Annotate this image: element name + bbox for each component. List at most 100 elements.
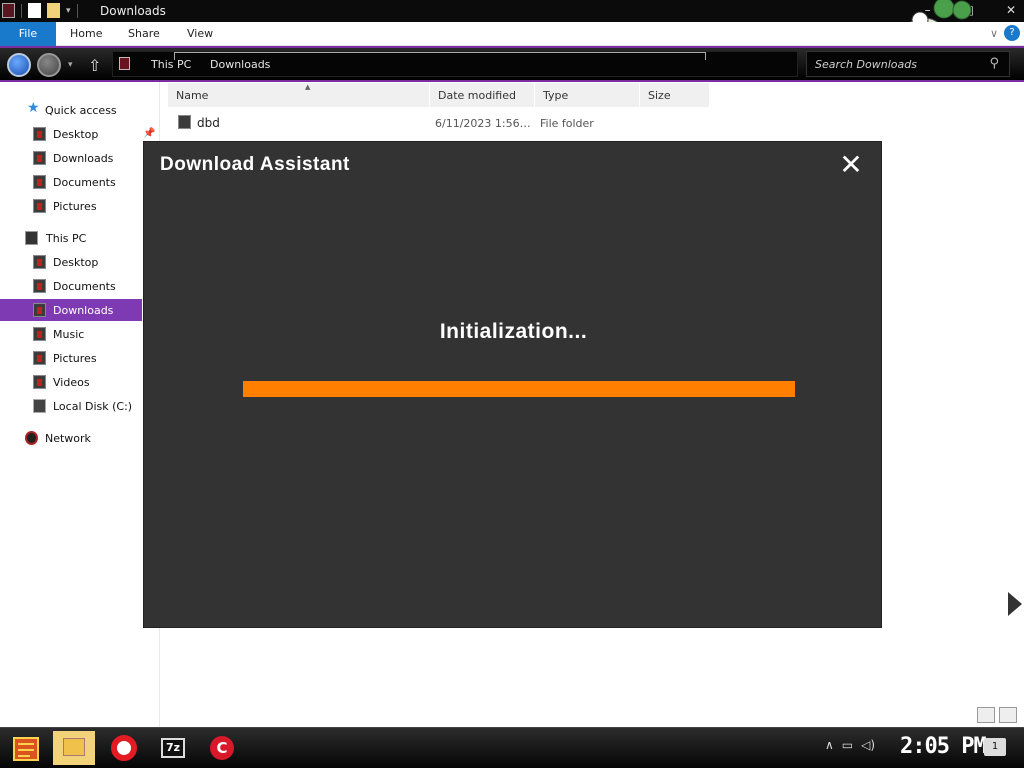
sidebar-item-downloads[interactable]: Downloads: [0, 147, 142, 169]
file-date: 6/11/2023 1:56…: [435, 117, 531, 130]
music-folder-icon: [33, 327, 46, 341]
sidebar-item-pc-pictures[interactable]: Pictures: [0, 347, 142, 369]
volume-icon[interactable]: ◁): [861, 738, 875, 752]
progress-bar: [243, 381, 795, 397]
navigation-pane: ★ Quick access 📌 Desktop Downloads Docum…: [0, 82, 160, 727]
taskbar-7zip[interactable]: 7z: [152, 731, 194, 765]
table-row[interactable]: dbd 6/11/2023 1:56… File folder: [170, 114, 710, 132]
notification-center-icon[interactable]: 1: [984, 738, 1006, 756]
recent-locations-chevron-icon[interactable]: ▾: [68, 60, 73, 70]
sidebar-item-label: Downloads: [53, 304, 114, 317]
details-view-icon[interactable]: [977, 707, 995, 723]
status-text: Initialization...: [439, 320, 588, 343]
pictures-folder-icon: [33, 351, 46, 365]
documents-folder-icon: [33, 175, 46, 189]
sidebar-item-quick-access[interactable]: ★ Quick access: [0, 99, 142, 121]
pin-icon[interactable]: 📌: [143, 128, 155, 139]
sidebar-item-label: Documents: [53, 176, 116, 189]
sidebar-item-pc-desktop[interactable]: Desktop: [0, 251, 142, 273]
sidebar-item-label: Desktop: [53, 256, 99, 269]
taskbar-file-explorer[interactable]: [53, 731, 95, 765]
sidebar-item-label: Music: [53, 328, 85, 341]
sidebar-item-music[interactable]: Music: [0, 323, 142, 345]
opera-icon: [111, 735, 137, 761]
star-icon: ★: [27, 100, 40, 116]
ccleaner-icon: C: [210, 736, 234, 760]
search-input[interactable]: Search Downloads ⚲: [806, 51, 1010, 77]
divider: [76, 3, 78, 18]
close-icon[interactable]: ✕: [837, 151, 865, 179]
desktop-folder-icon: [33, 255, 46, 269]
column-header-type[interactable]: Type: [535, 83, 640, 107]
expand-ribbon-chevron-icon[interactable]: ∨: [990, 27, 998, 40]
close-window-icon[interactable]: ✕: [1006, 3, 1016, 17]
new-folder-icon[interactable]: [47, 3, 60, 18]
file-explorer-icon: [63, 738, 85, 756]
sidebar-item-label: Videos: [53, 376, 90, 389]
search-placeholder: Search Downloads: [815, 58, 917, 71]
customize-toolbar-chevron-icon[interactable]: ▾: [66, 6, 71, 16]
sort-ascending-icon: ▲: [305, 83, 311, 91]
window-title: Downloads: [100, 4, 166, 18]
column-header-name[interactable]: Name ▲: [168, 83, 430, 107]
system-tray: ∧ ▭ ◁): [825, 738, 875, 752]
sidebar-item-pc-documents[interactable]: Documents: [0, 275, 142, 297]
downloads-folder-icon: [33, 303, 46, 317]
column-header-date-modified[interactable]: Date modified: [430, 83, 535, 107]
sidebar-item-pictures[interactable]: Pictures: [0, 195, 142, 217]
column-header-size[interactable]: Size: [640, 83, 710, 107]
help-icon[interactable]: ?: [1004, 25, 1020, 41]
app-icon[interactable]: [2, 3, 15, 18]
pictures-folder-icon: [33, 199, 46, 213]
tab-file[interactable]: File: [0, 22, 56, 46]
start-button[interactable]: [6, 732, 46, 764]
properties-icon[interactable]: [28, 3, 41, 18]
sidebar-item-label: Pictures: [53, 352, 97, 365]
file-type: File folder: [540, 117, 594, 130]
network-icon: [25, 431, 38, 445]
forward-button[interactable]: [37, 53, 61, 77]
sidebar-item-label: Documents: [53, 280, 116, 293]
clock[interactable]: 2:05 PM: [900, 734, 987, 759]
view-buttons: [977, 707, 1017, 723]
tab-share[interactable]: Share: [128, 27, 160, 40]
taskbar-ccleaner[interactable]: C: [201, 731, 243, 765]
sidebar-item-network[interactable]: Network: [0, 427, 142, 449]
tab-home[interactable]: Home: [70, 27, 102, 40]
downloads-folder-icon: [33, 151, 46, 165]
network-tray-icon[interactable]: ▭: [842, 738, 853, 752]
ribbon-tabs: File Home Share View ∨ ?: [0, 22, 1024, 46]
sidebar-item-label: Downloads: [53, 152, 114, 165]
dialog-title: Download Assistant: [160, 154, 350, 175]
back-button[interactable]: [7, 53, 31, 77]
sidebar-item-label: Network: [45, 432, 91, 445]
progress-fill: [243, 381, 795, 397]
quick-access-toolbar: ▾: [2, 3, 78, 18]
partially-hidden-row[interactable]: [174, 52, 706, 60]
up-arrow-icon[interactable]: ⇧: [88, 56, 101, 75]
sidebar-item-desktop[interactable]: Desktop: [0, 123, 142, 145]
sidebar-item-local-disk[interactable]: Local Disk (C:): [0, 395, 142, 417]
sidebar-item-label: Quick access: [45, 104, 117, 117]
sidebar-item-videos[interactable]: Videos: [0, 371, 142, 393]
show-hidden-icons-chevron-icon[interactable]: ∧: [825, 738, 834, 752]
sidebar-item-label: Pictures: [53, 200, 97, 213]
large-icons-view-icon[interactable]: [999, 707, 1017, 723]
column-label: Name: [176, 89, 209, 102]
sidebar-item-label: This PC: [46, 232, 87, 245]
sidebar-item-this-pc[interactable]: This PC: [0, 227, 142, 249]
sidebar-item-documents[interactable]: Documents: [0, 171, 142, 193]
7zip-icon: 7z: [161, 738, 185, 758]
sidebar-item-label: Local Disk (C:): [53, 400, 133, 413]
download-assistant-dialog: Download Assistant ✕ Initialization...: [143, 141, 882, 628]
title-bar: ▾ Downloads – □ ✕: [0, 0, 1024, 22]
divider: [21, 3, 22, 18]
sidebar-item-pc-downloads[interactable]: Downloads: [0, 299, 142, 321]
disk-drive-icon: [33, 399, 46, 413]
file-name: dbd: [197, 116, 220, 130]
taskbar: 7z C ∧ ▭ ◁) 2:05 PM 1: [0, 727, 1024, 768]
taskbar-opera[interactable]: [102, 731, 144, 765]
folder-icon: [178, 115, 191, 129]
search-icon[interactable]: ⚲: [989, 56, 999, 71]
tab-view[interactable]: View: [187, 27, 213, 40]
